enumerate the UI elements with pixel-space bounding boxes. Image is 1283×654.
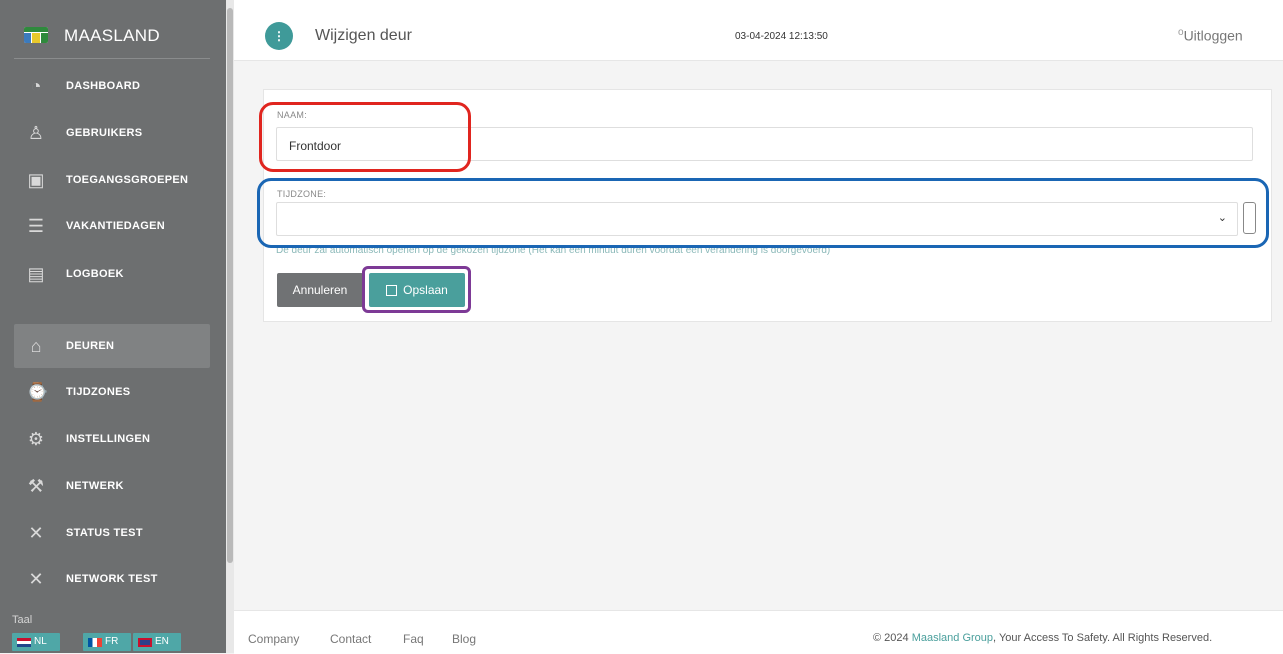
language-code: FR (105, 636, 119, 647)
sidebar-item-gebruikers[interactable]: ♙ GEBRUIKERS (14, 111, 210, 155)
french-flag-icon (88, 637, 102, 647)
sidebar-item-deuren[interactable]: ⌂ DEUREN (14, 324, 210, 368)
annotation-blue-box (257, 178, 1269, 248)
sidebar-item-label: DASHBOARD (66, 80, 141, 92)
menu-toggle-icon[interactable]: ⋮ (265, 22, 293, 50)
datetime-display: 03-04-2024 12:13:50 (735, 31, 828, 42)
sidebar-item-status-test[interactable]: ✕ STATUS TEST (14, 511, 210, 555)
sidebar-item-label: TIJDZONES (66, 386, 131, 398)
logout-label: Uitloggen (1183, 27, 1243, 44)
maasland-logo-icon (24, 27, 48, 43)
scrollbar-thumb[interactable] (227, 8, 233, 563)
logout-link[interactable]: oUitloggen (1178, 27, 1243, 44)
sidebar-item-vakantiedagen[interactable]: ☰ VAKANTIEDAGEN (14, 204, 210, 248)
language-code: NL (34, 636, 47, 647)
footer-link-contact[interactable]: Contact (330, 632, 371, 646)
clipboard-icon: ▤ (27, 264, 45, 284)
footer-link-company[interactable]: Company (248, 632, 299, 646)
tools-icon: ✕ (28, 569, 44, 589)
sidebar-item-logboek[interactable]: ▤ LOGBOEK (14, 252, 210, 296)
sidebar-item-label: DEUREN (66, 340, 115, 352)
annotation-red-box (259, 102, 471, 172)
footer-link-faq[interactable]: Faq (403, 632, 424, 646)
sidebar-item-label: GEBRUIKERS (66, 127, 143, 139)
id-card-icon: ▣ (27, 170, 45, 190)
sidebar-item-label: INSTELLINGEN (66, 433, 151, 445)
language-nl-button[interactable]: NL (12, 633, 60, 651)
sidebar-item-instellingen[interactable]: ⚙ INSTELLINGEN (14, 417, 210, 461)
sidebar-item-label: TOEGANGSGROEPEN (66, 174, 189, 186)
language-label: Taal (12, 614, 33, 626)
uk-flag-icon (138, 637, 152, 647)
list-icon: ☰ (27, 216, 45, 236)
dutch-flag-icon (17, 637, 31, 647)
maasland-group-link[interactable]: Maasland Group (912, 632, 993, 644)
gear-icon: ⚙ (27, 429, 45, 449)
sidebar-item-label: NETWERK (66, 480, 124, 492)
sidebar-item-label: STATUS TEST (66, 527, 143, 539)
sidebar-item-netwerk[interactable]: ⚒ NETWERK (14, 464, 210, 508)
brand[interactable]: MAASLAND (0, 0, 226, 60)
sidebar-item-dashboard[interactable]: ◔ DASHBOARD (14, 64, 210, 108)
watch-icon: ⌚ (26, 382, 49, 402)
footer-link-blog[interactable]: Blog (452, 632, 476, 646)
copyright-prefix: © 2024 (873, 632, 912, 644)
language-en-button[interactable]: EN (133, 633, 181, 651)
user-icon: ♙ (27, 123, 45, 143)
brand-name: MAASLAND (64, 26, 160, 45)
copyright-text: © 2024 Maasland Group, Your Access To Sa… (873, 632, 1212, 644)
page-title: Wijzigen deur (315, 27, 412, 44)
divider (14, 58, 210, 59)
copyright-suffix: , Your Access To Safety. All Rights Rese… (993, 632, 1213, 644)
sidebar-item-toegangsgroepen[interactable]: ▣ TOEGANGSGROEPEN (14, 158, 210, 202)
language-code: EN (155, 636, 169, 647)
wrench-icon: ⚒ (27, 476, 45, 496)
sidebar-item-label: VAKANTIEDAGEN (66, 220, 166, 232)
language-fr-button[interactable]: FR (83, 633, 131, 651)
sidebar-item-tijdzones[interactable]: ⌚ TIJDZONES (14, 370, 210, 414)
sidebar-item-label: LOGBOEK (66, 268, 124, 280)
sidebar-item-label: NETWORK TEST (66, 573, 158, 585)
annotation-purple-box (362, 266, 471, 313)
sidebar-scrollbar[interactable] (226, 0, 234, 653)
lock-icon: ⌂ (30, 336, 42, 356)
dashboard-icon: ◔ (30, 76, 42, 96)
sidebar: MAASLAND ◔ DASHBOARD ♙ GEBRUIKERS ▣ TOEG… (0, 0, 226, 653)
cancel-button[interactable]: Annuleren (277, 273, 363, 307)
sidebar-item-network-test[interactable]: ✕ NETWORK TEST (14, 557, 210, 601)
tools-icon: ✕ (28, 523, 44, 543)
